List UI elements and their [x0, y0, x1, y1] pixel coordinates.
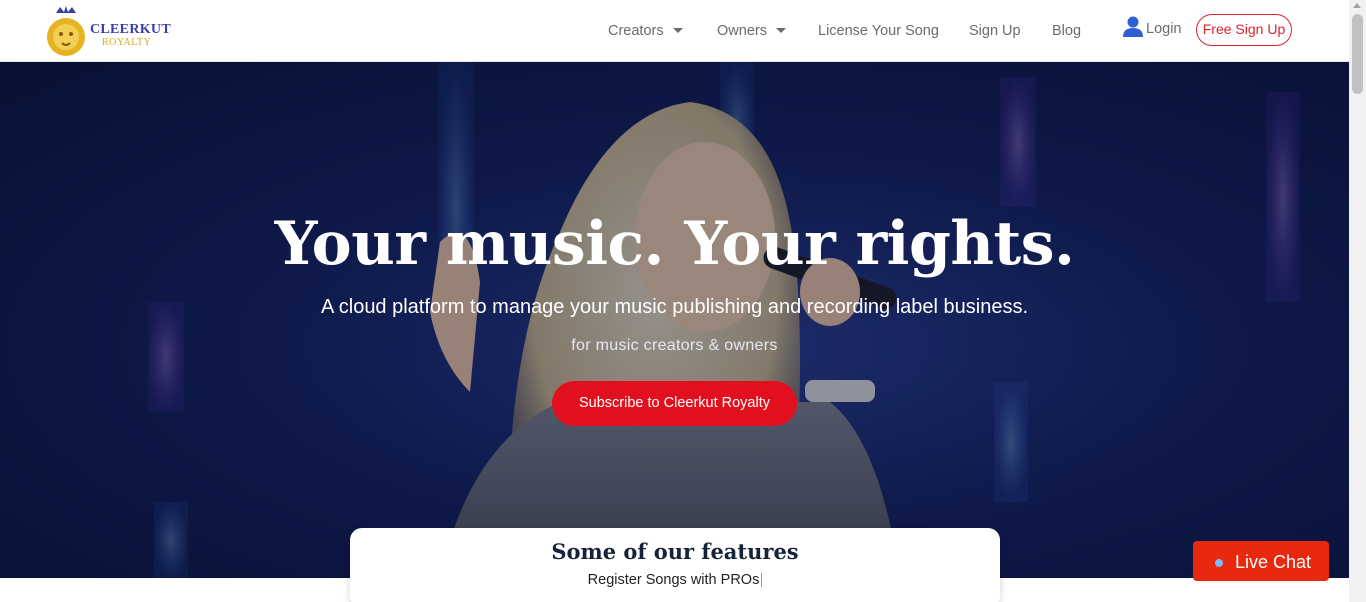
scrollbar-thumb[interactable]	[1352, 14, 1363, 94]
hero-subtitle: A cloud platform to manage your music pu…	[320, 296, 1029, 318]
nav-creators[interactable]: Creators	[608, 22, 683, 42]
live-chat-label: Live Chat	[1235, 552, 1312, 572]
free-signup-button[interactable]: Free Sign Up	[1196, 14, 1292, 46]
features-rotating-item: Register Songs with PROs	[350, 571, 1000, 589]
live-chat-button[interactable]: Live Chat	[1193, 541, 1329, 581]
nav-blog[interactable]: Blog	[1052, 22, 1081, 42]
brand-subname: ROYALTY	[102, 37, 152, 48]
features-item-text: Register Songs with PROs	[587, 572, 760, 588]
nav-sign-up[interactable]: Sign Up	[969, 22, 1021, 42]
typing-cursor	[761, 573, 763, 588]
hero-tagline: for music creators & owners	[571, 337, 778, 354]
nav-creators-label: Creators	[608, 23, 664, 39]
hero-section: Your music. Your rights. A cloud platfor…	[0, 62, 1349, 578]
nav-license-your-song[interactable]: License Your Song	[818, 22, 939, 42]
scroll-up-arrow-icon[interactable]	[1353, 3, 1361, 8]
lion-crown-icon	[47, 6, 85, 56]
nav-owners-label: Owners	[717, 23, 767, 39]
top-navbar: CLEERKUT ROYALTY Creators Owners License…	[0, 0, 1349, 62]
login-label: Login	[1146, 21, 1182, 37]
hero-background-image	[0, 62, 1349, 578]
page-scrollbar[interactable]	[1349, 0, 1366, 602]
user-icon	[1123, 16, 1143, 37]
hero-title: Your music. Your rights.	[274, 209, 1075, 279]
brand-name: CLEERKUT	[90, 22, 171, 37]
nav-owners[interactable]: Owners	[717, 22, 786, 42]
features-title: Some of our features	[551, 539, 799, 564]
chat-status-dot-icon	[1215, 559, 1223, 567]
brand-logo[interactable]: CLEERKUT ROYALTY	[44, 5, 171, 59]
chevron-down-icon	[775, 27, 786, 33]
chevron-down-icon	[672, 27, 683, 33]
features-card: Some of our features Register Songs with…	[350, 528, 1000, 602]
subscribe-button[interactable]: Subscribe to Cleerkut Royalty	[552, 381, 797, 426]
